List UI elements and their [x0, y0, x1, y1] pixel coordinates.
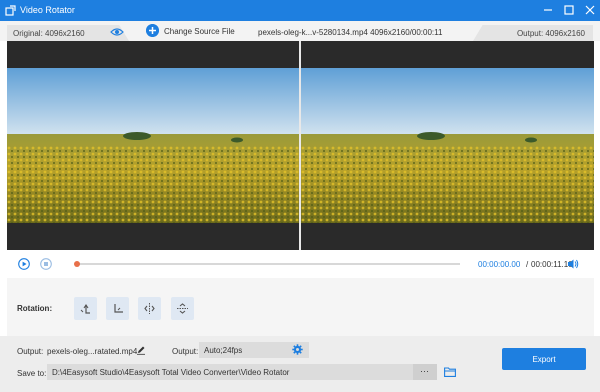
flip-vertical-icon — [177, 303, 188, 314]
window-title: Video Rotator — [20, 5, 75, 15]
player-controls: 00:00:00.00 / 00:00:11.10 — [7, 250, 594, 276]
output-format-value: Auto;24fps — [204, 346, 243, 355]
stop-icon[interactable] — [40, 258, 52, 270]
original-video-frame — [7, 68, 299, 223]
export-button[interactable]: Export — [502, 348, 586, 370]
output-name-label: Output: — [17, 347, 44, 356]
output-settings-bar: Output: pexels-oleg...ratated.mp4 Output… — [0, 336, 600, 392]
folder-icon[interactable] — [444, 367, 456, 377]
play-icon[interactable] — [18, 258, 30, 270]
rotate-left-button[interactable] — [74, 297, 97, 320]
output-format-label: Output: — [172, 347, 199, 356]
flip-vertical-button[interactable] — [171, 297, 194, 320]
volume-icon[interactable] — [567, 258, 579, 270]
save-path-field[interactable]: D:\4Easysoft Studio\4Easysoft Total Vide… — [47, 364, 437, 380]
output-resolution-label: Output: 4096x2160 — [516, 29, 585, 38]
gear-icon[interactable] — [292, 344, 303, 355]
rotation-panel: Rotation: — [7, 278, 594, 336]
edit-icon[interactable] — [136, 345, 146, 355]
save-path-value: D:\4Easysoft Studio\4Easysoft Total Vide… — [52, 368, 290, 377]
browse-path-button[interactable]: ··· — [413, 364, 437, 380]
minimize-icon[interactable] — [542, 4, 554, 16]
browse-label: ··· — [420, 366, 429, 376]
output-file-name: pexels-oleg...ratated.mp4 — [47, 347, 138, 356]
rotate-right-icon — [114, 304, 123, 313]
save-to-label: Save to: — [17, 369, 47, 378]
progress-track[interactable] — [77, 263, 460, 265]
video-preview — [7, 41, 594, 250]
original-resolution-label: Original: 4096x2160 — [13, 29, 85, 38]
current-time: 00:00:00.00 — [478, 260, 521, 269]
source-file-info: pexels-oleg-k...v-5280134.mp4 4096x2160/… — [258, 28, 443, 37]
rotation-label: Rotation: — [17, 304, 53, 313]
flip-horizontal-button[interactable] — [138, 297, 161, 320]
eye-icon[interactable] — [110, 27, 124, 37]
output-video-frame — [301, 68, 594, 223]
title-bar: Video Rotator — [0, 0, 600, 21]
info-bar: Original: 4096x2160 Change Source File p… — [0, 21, 600, 41]
output-video-pane — [301, 41, 594, 250]
rotate-right-button[interactable] — [106, 297, 129, 320]
export-label: Export — [532, 355, 556, 364]
original-video-pane — [7, 41, 299, 250]
change-source-file-label: Change Source File — [164, 27, 235, 36]
rotate-left-icon — [80, 304, 90, 314]
rotate-app-icon — [5, 5, 16, 16]
time-separator: / — [526, 260, 529, 269]
maximize-icon[interactable] — [563, 4, 575, 16]
plus-icon — [146, 24, 159, 37]
close-icon[interactable] — [584, 4, 596, 16]
flip-horizontal-icon — [144, 303, 155, 314]
progress-knob[interactable] — [74, 261, 80, 267]
output-resolution-tab: Output: 4096x2160 — [473, 25, 593, 41]
